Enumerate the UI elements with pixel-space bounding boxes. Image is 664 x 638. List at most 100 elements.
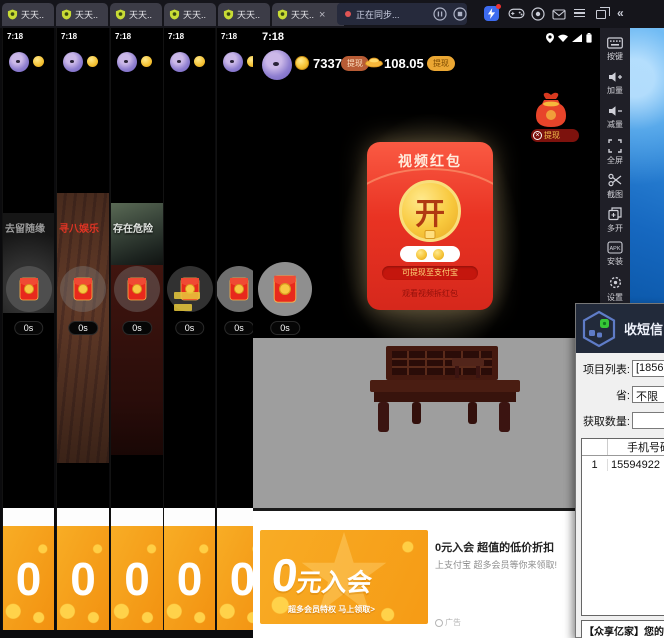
table-header: 手机号码 — [582, 439, 664, 456]
pause-icon[interactable] — [433, 7, 447, 21]
ad-banner[interactable]: 0 — [164, 508, 215, 630]
ad-banner[interactable]: 0 — [3, 508, 54, 630]
banner-zero-text: 0 — [3, 552, 54, 606]
collapse-icon[interactable]: « — [617, 6, 624, 20]
window-tab-label: 天天.. — [129, 8, 152, 21]
mini-emulator-1[interactable]: 7:18 去留随缘 0s 0 — [2, 28, 54, 630]
video-caption-fragment — [174, 292, 200, 299]
banner-headline: 0元入会 超值的低价折扣 — [435, 539, 554, 555]
ad-mark: 广告 — [435, 617, 461, 628]
sidebar-item-volume-up[interactable]: 加量 — [600, 68, 630, 101]
mini-emulator-2[interactable]: 7:18 寻八娱乐 0s 0 — [56, 28, 109, 630]
sidebar-item-keymap[interactable]: 按键 — [600, 34, 630, 67]
mail-icon[interactable] — [552, 9, 566, 20]
coin-icon — [295, 56, 309, 70]
close-icon[interactable]: × — [319, 9, 325, 21]
mini-emulator-4[interactable]: 7:18 0s 0 — [163, 28, 215, 630]
status-time: 7:18 — [221, 32, 237, 41]
sidebar-item-screenshot[interactable]: 截图 — [600, 170, 630, 203]
withdraw-money-button[interactable]: 提现 — [427, 56, 455, 71]
sidebar-item-settings[interactable]: 设置 — [600, 272, 630, 305]
location-icon — [546, 33, 554, 43]
sidebar-item-install-apk[interactable]: APK 安装 — [600, 238, 630, 271]
avatar — [223, 52, 243, 72]
red-packet-timer: 0s — [68, 321, 98, 335]
banner-rest: 元入会 — [295, 569, 373, 597]
ad-banner[interactable]: 0 — [57, 508, 109, 630]
sync-status-text: 正在同步... — [356, 8, 400, 21]
desktop-wallpaper — [628, 26, 664, 314]
avatar — [63, 52, 83, 72]
app-shield-icon — [277, 9, 288, 20]
daybed-furniture-image — [368, 344, 533, 439]
sidebar-item-fullscreen[interactable]: 全屏 — [600, 136, 630, 169]
table-row[interactable]: 1 15594922 — [582, 456, 664, 473]
window-tab-label: 天天.. — [183, 8, 206, 21]
red-packet-button[interactable] — [60, 266, 106, 312]
red-packet-timer: 0s — [224, 321, 254, 335]
window-tab-1[interactable]: 天天.. — [2, 3, 54, 26]
status-time: 7:18 — [262, 31, 284, 43]
avatar[interactable] — [262, 50, 292, 80]
coin-icon — [194, 56, 205, 67]
window-tab-5[interactable]: 天天.. — [218, 3, 270, 26]
banner-zero-text: 0 — [111, 552, 163, 606]
red-packet-icon — [73, 277, 93, 301]
coin-icon — [33, 56, 44, 67]
settings-icon — [608, 275, 623, 290]
lucky-bag-icon[interactable] — [534, 92, 568, 128]
coin-icon — [87, 56, 98, 67]
window-tab-6-active[interactable]: 天天.. × — [272, 3, 344, 26]
lucky-bag-pill[interactable]: × 提现 — [531, 129, 579, 142]
sms-title-bar[interactable]: 收短信 — [576, 304, 664, 353]
province-dropdown[interactable]: 不限 — [632, 386, 664, 403]
window-tab-label: 天天.. — [75, 8, 98, 21]
quantity-input[interactable] — [632, 412, 664, 429]
app-shield-icon — [223, 9, 234, 20]
project-list-dropdown[interactable]: [18568 — [632, 360, 664, 377]
red-packet-timer: 0s — [175, 321, 205, 335]
keyboard-icon — [607, 37, 623, 49]
avatar — [9, 52, 29, 72]
red-packet-button[interactable] — [114, 266, 160, 312]
banner-ribbon-text: 超多会员特权 马上领取> — [288, 604, 375, 615]
video-overlay-text: 去留随缘 — [5, 220, 45, 235]
phone-number-table: 手机号码 1 15594922 — [581, 438, 664, 616]
ad-banner[interactable]: 0元入会 超多会员特权 马上领取> 0元入会 超值的低价折扣 上支付宝 超多会员… — [253, 508, 601, 638]
restore-window-icon[interactable] — [596, 10, 606, 19]
project-list-label: 项目列表: — [576, 361, 630, 377]
sidebar-item-multi-instance[interactable]: 多开 — [600, 204, 630, 237]
window-tab-2[interactable]: 天天.. — [56, 3, 108, 26]
ad-banner[interactable]: 0 — [111, 508, 163, 630]
coin-icon — [141, 56, 152, 67]
coin-icon — [416, 249, 427, 260]
red-packet-icon — [19, 277, 39, 301]
row-phone: 15594922 — [608, 459, 664, 471]
battery-icon — [586, 33, 592, 43]
status-time: 7:18 — [61, 32, 77, 41]
red-packet-button[interactable] — [258, 262, 312, 316]
red-packet-icon — [273, 274, 297, 304]
flash-icon[interactable] — [484, 6, 499, 21]
window-tab-3[interactable]: 天天.. — [110, 3, 162, 26]
status-icons — [546, 33, 592, 43]
window-tab-4[interactable]: 天天.. — [164, 3, 216, 26]
record-icon[interactable] — [531, 7, 545, 21]
sms-tool-title: 收短信 — [624, 319, 663, 338]
multi-instance-icon — [608, 207, 622, 221]
coins-pill — [400, 246, 460, 262]
gamepad-icon[interactable] — [508, 7, 525, 20]
menu-icon[interactable] — [574, 9, 585, 17]
main-emulator-window: 7:18 7337 提现 108.05 提现 × 提现 0s 视频红包 开 — [253, 28, 601, 638]
sms-message-preview: 【众享亿家】您的验证 — [581, 620, 664, 638]
banner-graphic: 0元入会 超多会员特权 马上领取> — [260, 530, 428, 624]
fullscreen-icon — [608, 139, 622, 153]
close-icon[interactable]: × — [533, 131, 542, 140]
window-tab-label: 天天.. — [237, 8, 260, 21]
lucky-bag-label: 提现 — [544, 130, 560, 141]
mini-emulator-3[interactable]: 7:18 存在危险 0s 0 — [110, 28, 163, 630]
video-red-packet-popup[interactable]: 视频红包 开 可提现至支付宝 观看视频拆红包 — [367, 142, 493, 310]
sidebar-item-volume-down[interactable]: 减量 — [600, 102, 630, 135]
red-packet-button[interactable] — [6, 266, 52, 312]
stop-icon[interactable] — [453, 7, 467, 21]
